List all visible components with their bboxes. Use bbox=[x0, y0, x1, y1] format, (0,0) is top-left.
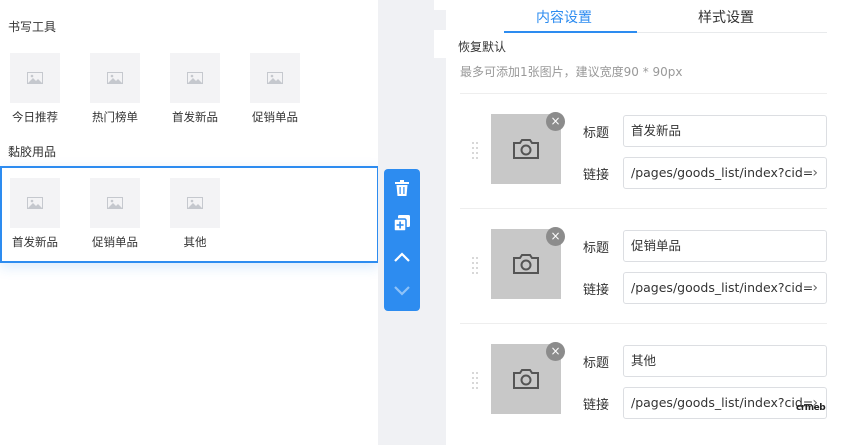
link-label: 链接 bbox=[583, 168, 610, 183]
title-label: 标题 bbox=[583, 126, 610, 141]
chevron-right-icon: › bbox=[812, 165, 818, 181]
camera-icon bbox=[513, 139, 539, 159]
nav-item[interactable]: 首发新品 bbox=[169, 53, 221, 125]
image-placeholder-icon bbox=[90, 178, 140, 228]
drag-handle-icon[interactable] bbox=[472, 372, 480, 394]
nav-item[interactable]: 今日推荐 bbox=[9, 53, 61, 125]
group-title-writing: 书写工具 bbox=[8, 20, 57, 34]
gutter-notch bbox=[434, 0, 446, 10]
nav-item-label: 其他 bbox=[183, 235, 207, 249]
chevron-down-icon[interactable] bbox=[384, 277, 420, 305]
image-placeholder-icon bbox=[170, 53, 220, 103]
title-input[interactable]: 促销单品 bbox=[623, 230, 827, 262]
active-tab-indicator bbox=[504, 31, 637, 33]
nav-item[interactable]: 热门榜单 bbox=[89, 53, 141, 125]
upload-hint: 最多可添加1张图片，建议宽度90 * 90px bbox=[460, 65, 683, 79]
brand-watermark: crmeb bbox=[796, 403, 826, 413]
nav-item[interactable]: 促销单品 bbox=[249, 53, 301, 125]
title-input[interactable]: 首发新品 bbox=[623, 115, 827, 147]
settings-panel: 内容设置 样式设置 恢复默认 最多可添加1张图片，建议宽度90 * 90px ×… bbox=[446, 0, 842, 445]
link-select[interactable]: /pages/goods_list/index?cid= › bbox=[623, 272, 827, 304]
nav-item[interactable]: 促销单品 bbox=[89, 178, 141, 250]
drag-handle-icon[interactable] bbox=[472, 257, 480, 279]
copy-icon[interactable] bbox=[384, 209, 420, 237]
trash-icon[interactable] bbox=[384, 174, 420, 202]
image-placeholder-icon bbox=[10, 53, 60, 103]
item-card: × 标题 首发新品 链接 /pages/goods_list/index?cid… bbox=[460, 93, 827, 208]
canvas-preview: 书写工具 今日推荐 热门榜单 首发新品 促销单品 黏胶用品 首发新品 促销单品 … bbox=[0, 0, 379, 445]
remove-image-icon[interactable]: × bbox=[546, 227, 565, 246]
nav-item-label: 促销单品 bbox=[92, 235, 138, 249]
image-placeholder-icon bbox=[250, 53, 300, 103]
nav-item[interactable]: 其他 bbox=[169, 178, 221, 250]
group-title-adhesive: 黏胶用品 bbox=[8, 145, 57, 159]
nav-item[interactable]: 首发新品 bbox=[9, 178, 61, 250]
nav-item-label: 热门榜单 bbox=[92, 110, 138, 124]
link-label: 链接 bbox=[583, 398, 610, 413]
link-label: 链接 bbox=[583, 283, 610, 298]
title-label: 标题 bbox=[583, 241, 610, 256]
image-placeholder-icon bbox=[90, 53, 140, 103]
tab-content-settings[interactable]: 内容设置 bbox=[504, 7, 624, 27]
link-select[interactable]: /pages/goods_list/index?cid= › bbox=[623, 157, 827, 189]
chevron-right-icon: › bbox=[812, 280, 818, 296]
nav-item-label: 促销单品 bbox=[252, 110, 298, 124]
image-placeholder-icon bbox=[10, 178, 60, 228]
component-toolbar bbox=[384, 169, 420, 311]
remove-image-icon[interactable]: × bbox=[546, 342, 565, 361]
nav-item-label: 今日推荐 bbox=[12, 110, 58, 124]
camera-icon bbox=[513, 254, 539, 274]
tab-style-settings[interactable]: 样式设置 bbox=[666, 7, 786, 27]
nav-item-label: 首发新品 bbox=[172, 110, 218, 124]
chevron-up-icon[interactable] bbox=[384, 243, 420, 271]
drag-handle-icon[interactable] bbox=[472, 142, 480, 164]
image-placeholder-icon bbox=[170, 178, 220, 228]
restore-default-button[interactable]: 恢复默认 bbox=[458, 38, 506, 55]
remove-image-icon[interactable]: × bbox=[546, 112, 565, 131]
camera-icon bbox=[513, 369, 539, 389]
item-card: × 标题 其他 链接 /pages/goods_list/index?cid= › bbox=[460, 323, 827, 438]
title-label: 标题 bbox=[583, 356, 610, 371]
title-input[interactable]: 其他 bbox=[623, 345, 827, 377]
item-card: × 标题 促销单品 链接 /pages/goods_list/index?cid… bbox=[460, 208, 827, 323]
gutter-notch bbox=[434, 30, 446, 58]
nav-item-label: 首发新品 bbox=[12, 235, 58, 249]
